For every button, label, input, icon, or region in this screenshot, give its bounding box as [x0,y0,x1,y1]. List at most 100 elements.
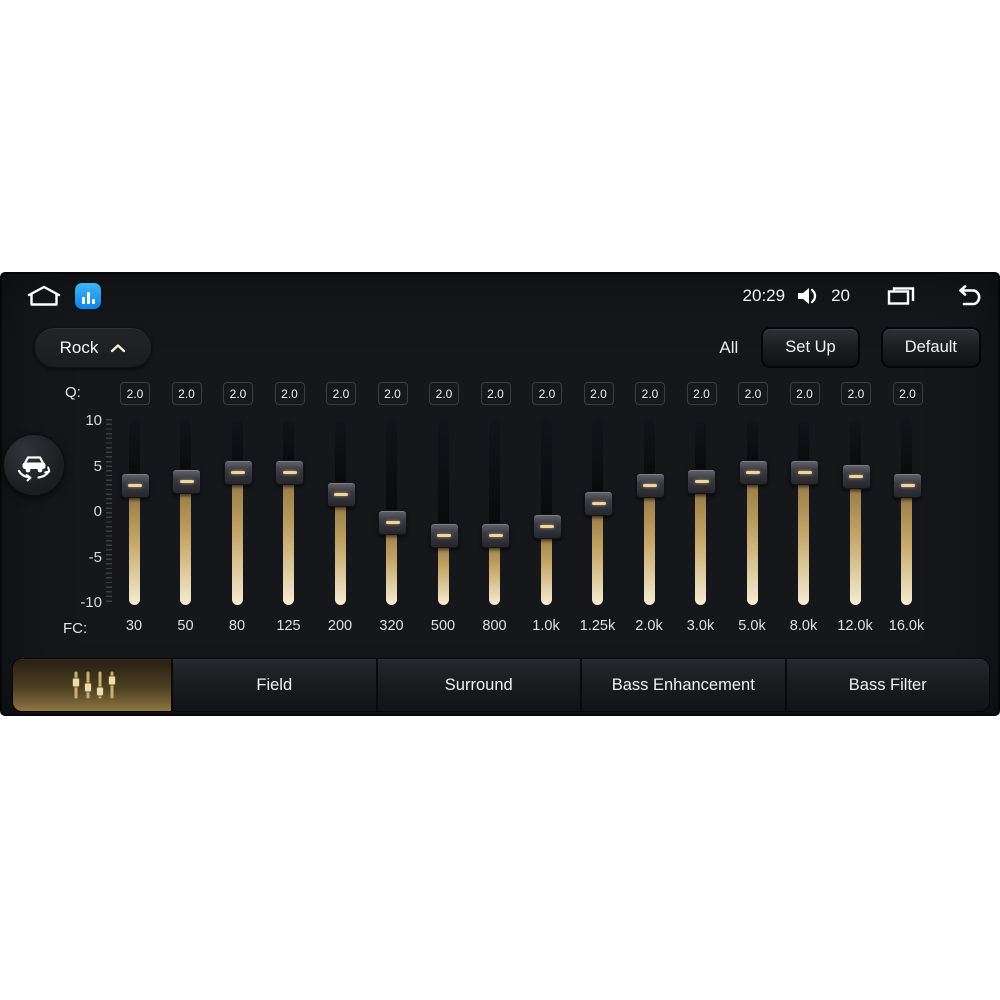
gain-slider-handle-320[interactable] [378,509,407,535]
handle-grip-mark [746,470,760,474]
slider-track-lower-3.0k[interactable] [695,480,706,605]
handle-grip-mark [128,484,142,488]
slider-track-lower-2.0k[interactable] [643,484,655,605]
q-value-800[interactable]: 2.0 [480,382,511,405]
handle-grip-mark [591,502,606,506]
handle-grip-mark [334,493,348,497]
gain-slider-handle-3.0k[interactable] [687,468,716,494]
gain-slider-handle-2.0k[interactable] [635,473,665,499]
slider-track-upper-500[interactable] [437,420,449,535]
equalizer-screen: 20:29 20 Rock All Set Up Default Q: FC: … [0,272,1000,716]
q-value-200[interactable]: 2.0 [326,382,356,405]
gain-slider-handle-1.25k[interactable] [584,491,613,517]
q-value-5.0k[interactable]: 2.0 [738,382,768,405]
default-button[interactable]: Default [880,327,981,368]
q-value-500[interactable]: 2.0 [429,382,459,405]
tab-equalizer[interactable] [13,659,171,711]
handle-grip-mark [900,484,915,488]
q-value-50[interactable]: 2.0 [171,382,202,405]
back-icon[interactable] [952,284,984,308]
gain-slider-handle-8.0k[interactable] [790,459,819,485]
handle-grip-mark [849,475,863,479]
tab-bass-filter[interactable]: Bass Filter [786,659,989,711]
q-value-12.0k[interactable]: 2.0 [841,382,871,405]
slider-track-upper-800[interactable] [489,420,500,535]
slider-track-lower-30[interactable] [128,484,140,605]
handle-grip-mark [488,534,503,538]
axis-label--10: -10 [80,594,102,611]
q-value-320[interactable]: 2.0 [377,382,408,405]
slider-track-lower-12.0k[interactable] [849,475,861,605]
fc-row-label: FC: [63,620,88,637]
handle-grip-mark [437,534,451,538]
slider-track-lower-125[interactable] [283,471,294,605]
gain-slider-handle-50[interactable] [172,468,201,494]
slider-track-lower-80[interactable] [231,471,243,605]
eq-bar [86,292,90,304]
handle-grip-mark [540,525,554,529]
tab-surround[interactable]: Surround [377,659,580,711]
slider-track-lower-200[interactable] [334,493,346,605]
axis-label-10: 10 [85,412,102,429]
preset-label: Rock [59,337,99,357]
axis-tick-ruler [106,419,112,605]
handle-grip-mark [282,470,297,474]
handle-grip-mark [231,470,245,474]
slider-track-upper-320[interactable] [386,420,397,522]
q-value-2.0k[interactable]: 2.0 [635,382,665,405]
header-actions: All Set Up Default [719,327,981,368]
gain-slider-handle-125[interactable] [275,459,304,485]
gain-slider-handle-1.0k[interactable] [532,514,562,540]
slider-track-lower-1.25k[interactable] [592,502,603,605]
handle-grip-mark [643,484,657,488]
status-bar: 20:29 20 [26,280,984,312]
q-value-125[interactable]: 2.0 [274,382,305,405]
equalizer-sliders-icon [72,671,116,699]
gain-slider-handle-800[interactable] [481,523,510,549]
q-row-label: Q: [65,384,81,401]
gain-slider-handle-12.0k[interactable] [841,464,871,490]
gain-slider-handle-500[interactable] [429,523,459,549]
q-value-80[interactable]: 2.0 [223,382,253,405]
volume-level: 20 [831,286,850,305]
q-value-8.0k[interactable]: 2.0 [789,382,820,405]
bottom-tab-bar: Field Surround Bass Enhancement Bass Filter [12,658,990,712]
handle-grip-mark [179,479,194,483]
gain-slider-handle-80[interactable] [223,459,253,485]
handle-grip-mark [694,479,709,483]
eq-bar [91,299,95,304]
axis-label--5: -5 [88,548,102,566]
car-360-icon [17,456,51,482]
handle-grip-mark [385,520,400,524]
q-value-1.0k[interactable]: 2.0 [532,382,562,405]
slider-track-lower-16.0k[interactable] [901,484,912,605]
clock: 20:29 [742,286,786,305]
gain-slider-handle-200[interactable] [326,482,356,508]
eq-bar [81,297,85,304]
slider-track-lower-5.0k[interactable] [746,471,758,605]
axis-label-0: 0 [93,503,102,520]
handle-grip-mark [797,470,812,474]
q-value-1.25k[interactable]: 2.0 [583,382,614,405]
home-icon[interactable] [26,284,62,308]
volume-icon [798,288,817,304]
gain-slider-handle-5.0k[interactable] [738,459,768,485]
tab-field[interactable]: Field [173,659,376,711]
recent-apps-icon[interactable] [886,284,916,308]
q-value-3.0k[interactable]: 2.0 [686,382,717,405]
tab-bass-enhancement[interactable]: Bass Enhancement [582,659,785,711]
q-value-16.0k[interactable]: 2.0 [892,382,923,405]
gain-slider-handle-16.0k[interactable] [893,473,922,499]
slider-track-upper-1.0k[interactable] [540,420,552,526]
chevron-up-icon [111,343,126,352]
setup-button[interactable]: Set Up [761,327,860,368]
slider-track-lower-50[interactable] [180,480,191,605]
all-label[interactable]: All [719,338,740,358]
car-360-button[interactable] [3,434,65,496]
equalizer-app-icon[interactable] [75,283,101,309]
preset-dropdown[interactable]: Rock [34,327,152,368]
fc-value-16.0k: 16.0k [888,618,925,634]
gain-slider-handle-30[interactable] [120,473,150,499]
slider-track-lower-8.0k[interactable] [798,471,809,605]
q-value-30[interactable]: 2.0 [120,382,150,405]
